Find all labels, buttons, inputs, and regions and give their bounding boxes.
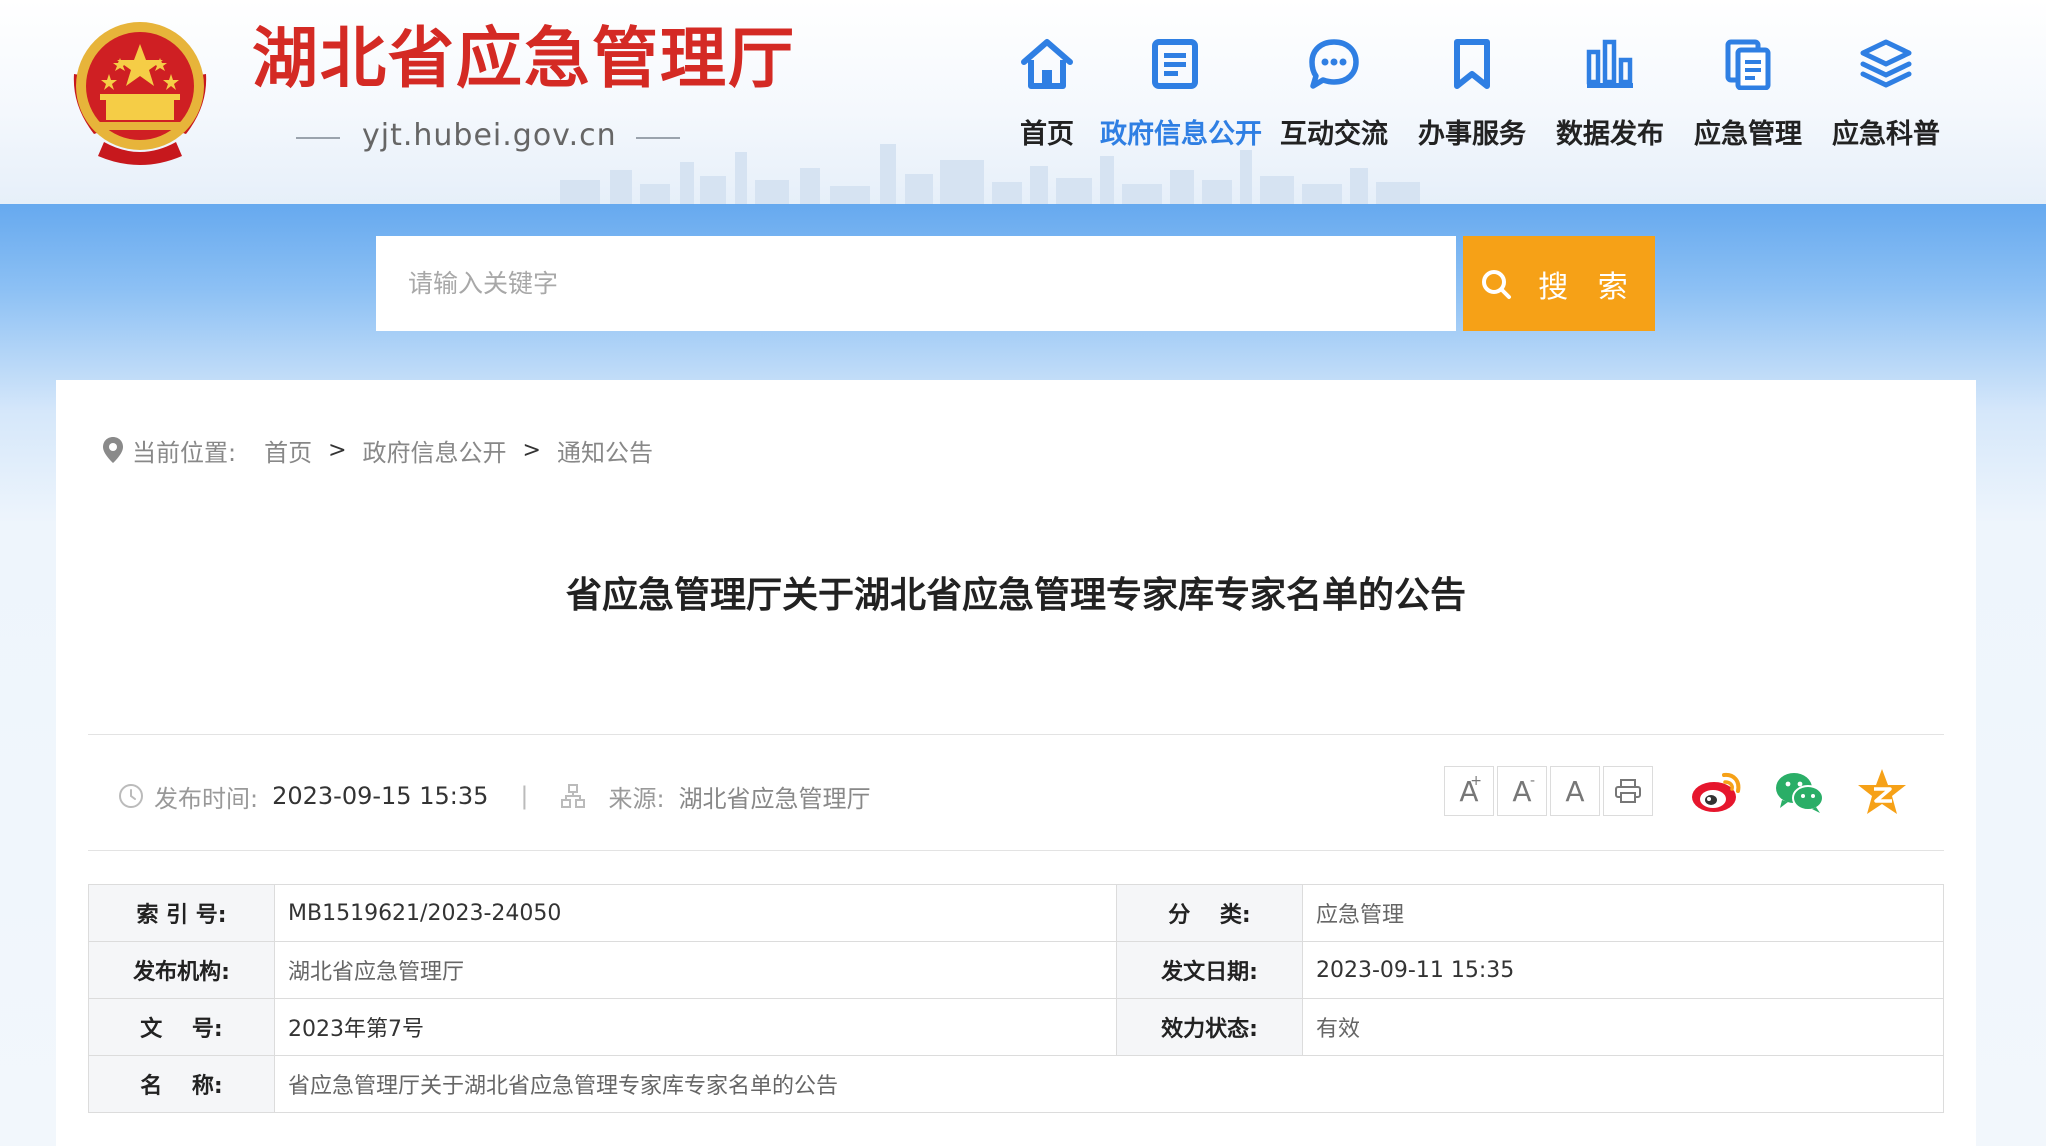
font-decrease-mark: - [1529,773,1535,789]
printer-icon [1615,779,1641,803]
national-emblem [73,22,207,165]
nav-label-services: 办事服务 [1418,119,1526,150]
print-button[interactable] [1603,766,1653,816]
share-bar [1690,766,1908,818]
issuer-label: 发布机构: [88,941,275,999]
table-row: 发布机构: 湖北省应急管理厅 发文日期: 2023-09-11 15:35 [88,941,1944,999]
category-value: 应急管理 [1302,884,1944,942]
article-tools: A + A- A [1444,766,1653,818]
font-decrease-glyph: A [1512,774,1532,808]
clock-icon [119,784,143,808]
weibo-icon[interactable] [1690,769,1744,815]
issue-date-label: 发文日期: [1116,941,1303,999]
nav-item-science[interactable]: 应急科普 [1821,30,1951,151]
meta-separator: | [520,782,529,810]
nav-label-science: 应急科普 [1832,119,1940,150]
content-card: 当前位置: 首页 > 政府信息公开 > 通知公告 省应急管理厅关于湖北省应急管理… [56,380,1976,1146]
breadcrumb-separator: > [522,437,541,463]
nav-item-data[interactable]: 数据发布 [1545,30,1675,151]
article-meta: 发布时间: 2023-09-15 15:35 | 来源: 湖北省应急管理厅 [118,778,871,814]
table-row: 文 号: 2023年第7号 效力状态: 有效 [88,998,1944,1056]
issue-date-value: 2023-09-11 15:35 [1302,941,1944,999]
meta-divider [88,850,1944,851]
document-number-value: 2023年第7号 [274,998,1117,1056]
breadcrumb-label: 当前位置: [132,438,237,467]
organization-icon [561,784,586,808]
document-name-value: 省应急管理厅关于湖北省应急管理专家库专家名单的公告 [274,1055,1944,1113]
font-reset-glyph: A [1565,774,1585,808]
document-info-table: 索 引 号: MB1519621/2023-24050 分 类: 应急管理 发布… [88,884,1944,1113]
font-decrease-button[interactable]: A- [1497,766,1547,816]
article-source: 湖北省应急管理厅 [678,784,871,813]
breadcrumb: 当前位置: 首页 > 政府信息公开 > 通知公告 [102,432,653,468]
wechat-icon[interactable] [1774,770,1826,814]
breadcrumb-separator: > [328,437,347,463]
layers-icon [1860,39,1912,88]
nav-label-home: 首页 [1020,119,1074,150]
source-label: 来源: [608,784,665,813]
site-title[interactable]: 湖北省应急管理厅 [252,26,796,92]
nav-label-gov-info: 政府信息公开 [1100,119,1262,150]
document-list-icon [1152,39,1198,89]
breadcrumb-notices[interactable]: 通知公告 [557,433,653,468]
table-row: 名 称: 省应急管理厅关于湖北省应急管理专家库专家名单的公告 [88,1055,1944,1113]
location-pin-icon [103,437,123,463]
validity-status-value: 有效 [1302,998,1944,1056]
document-number-label: 文 号: [88,998,275,1056]
bar-chart-icon [1586,39,1633,88]
copy-document-icon [1725,39,1771,90]
domain-decor-line-right [636,137,680,139]
search-icon [1482,269,1512,299]
bookmark-icon [1454,39,1490,89]
domain-decor-line-left [296,137,340,139]
chat-bubble-icon [1309,39,1359,89]
search-button-label: 搜 索 [1538,269,1638,305]
title-divider [88,734,1944,735]
index-number-label: 索 引 号: [88,884,275,942]
font-increase-button[interactable]: A + [1444,766,1494,816]
nav-item-emergency-mgmt[interactable]: 应急管理 [1683,30,1813,151]
index-number-value: MB1519621/2023-24050 [274,884,1117,942]
search-button[interactable]: 搜 索 [1463,236,1655,331]
font-reset-button[interactable]: A [1550,766,1600,816]
search-input[interactable] [376,236,1456,331]
validity-status-label: 效力状态: [1116,998,1303,1056]
nav-label-data: 数据发布 [1556,119,1664,150]
issuer-value: 湖北省应急管理厅 [274,941,1117,999]
nav-item-home[interactable]: 首页 [982,30,1112,151]
article-title: 省应急管理厅关于湖北省应急管理专家库专家名单的公告 [565,575,1466,616]
site-header: 湖北省应急管理厅 yjt.hubei.gov.cn 首页 政府信息公开 互动交流… [0,0,2046,204]
publish-time: 2023-09-15 15:35 [272,782,489,810]
table-row: 索 引 号: MB1519621/2023-24050 分 类: 应急管理 [88,884,1944,942]
breadcrumb-home[interactable]: 首页 [264,433,312,468]
nav-item-interaction[interactable]: 互动交流 [1269,30,1399,151]
font-increase-mark: + [1470,773,1482,789]
site-domain: yjt.hubei.gov.cn [362,118,617,153]
nav-item-gov-info[interactable]: 政府信息公开 [1100,30,1262,151]
home-icon [1021,39,1073,89]
qzone-icon[interactable] [1856,767,1908,817]
publish-time-label: 发布时间: [154,784,259,813]
nav-item-services[interactable]: 办事服务 [1407,30,1537,151]
document-name-label: 名 称: [88,1055,275,1113]
nav-label-interaction: 互动交流 [1280,119,1388,150]
breadcrumb-gov-info[interactable]: 政府信息公开 [363,433,507,468]
category-label: 分 类: [1116,884,1303,942]
nav-label-emergency-mgmt: 应急管理 [1694,119,1802,150]
